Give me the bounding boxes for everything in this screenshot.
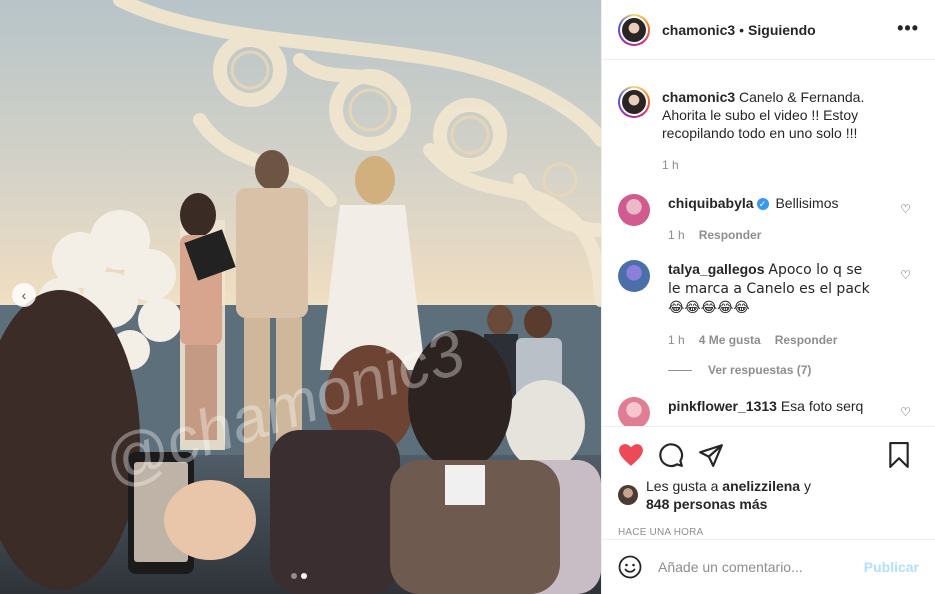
post-timestamp[interactable]: HACE UNA HORA — [618, 527, 919, 538]
author-username[interactable]: chamonic3 — [662, 22, 735, 38]
comment-username[interactable]: pinkflower_1313 — [668, 398, 777, 414]
commenter-avatar[interactable] — [618, 397, 650, 426]
likes-prefix: Les gusta a — [646, 478, 719, 494]
comment-like-count[interactable]: 4 Me gusta — [699, 333, 761, 347]
likes-summary: Les gusta a anelizzilena y 848 personas … — [618, 477, 919, 513]
emoji-icon[interactable] — [618, 555, 642, 579]
view-replies-label: Ver respuestas (7) — [708, 363, 812, 377]
wedding-photo-illustration: @chamonic3 — [0, 0, 601, 594]
comment-item: pinkflower_1313 Esa foto serq ♡ — [602, 397, 935, 426]
share-icon[interactable] — [698, 435, 738, 475]
comment-like-heart-icon[interactable]: ♡ — [900, 405, 911, 419]
comment-text: Esa foto serq — [780, 398, 864, 414]
post-caption: chamonic3 Canelo & Fernanda. Ahorita le … — [602, 66, 935, 172]
carousel-dot-active — [301, 573, 307, 579]
bookmark-icon[interactable] — [887, 435, 927, 475]
following-button[interactable]: Siguiendo — [748, 22, 816, 38]
post-actions: Les gusta a anelizzilena y 848 personas … — [602, 426, 935, 538]
comment-username[interactable]: talya_gallegos — [668, 261, 765, 277]
view-replies-button[interactable]: Ver respuestas (7) — [668, 363, 935, 377]
post-header: chamonic3 • Siguiendo ••• — [602, 0, 935, 60]
add-comment-bar: Publicar — [602, 539, 935, 594]
separator-dot: • — [739, 21, 745, 38]
replies-divider — [668, 369, 692, 371]
caption-username[interactable]: chamonic3 — [662, 89, 735, 105]
liker-username[interactable]: anelizzilena — [722, 478, 800, 494]
comment-username[interactable]: chiquibabyla — [668, 195, 754, 211]
comment-item: chiquibabyla ✓ Bellisimos 1 h Responder ♡ — [602, 194, 935, 242]
carousel-prev-button[interactable]: ‹ — [12, 283, 36, 307]
likes-count-link[interactable]: 848 personas más — [646, 496, 767, 512]
comment-item: talya_gallegos Apoco lo q se le marca a … — [602, 260, 935, 347]
comment-like-heart-icon[interactable]: ♡ — [900, 202, 911, 216]
comment-time[interactable]: 1 h — [668, 228, 685, 242]
likes-conjunction: y — [803, 478, 811, 494]
reply-button[interactable]: Responder — [775, 333, 838, 347]
post-photo[interactable]: @chamonic3 ‹ — [0, 0, 601, 594]
comment-like-heart-icon[interactable]: ♡ — [900, 268, 911, 282]
publish-button[interactable]: Publicar — [864, 559, 919, 575]
author-avatar[interactable] — [618, 13, 650, 46]
action-icons — [618, 435, 919, 475]
caption-avatar[interactable] — [618, 86, 650, 118]
carousel-dot — [291, 573, 297, 579]
caption-time[interactable]: 1 h — [662, 158, 679, 172]
comment-input[interactable] — [658, 559, 848, 575]
carousel-indicator — [291, 573, 307, 579]
reply-button[interactable]: Responder — [699, 228, 762, 242]
comment-time[interactable]: 1 h — [668, 333, 685, 347]
chevron-left-icon: ‹ — [21, 287, 27, 303]
comments-list[interactable]: chamonic3 Canelo & Fernanda. Ahorita le … — [602, 66, 935, 426]
liker-avatar[interactable] — [618, 485, 638, 505]
more-icon[interactable]: ••• — [897, 18, 919, 39]
heart-icon[interactable] — [618, 435, 658, 475]
comment-text: Bellisimos — [775, 195, 839, 211]
comment-icon[interactable] — [658, 435, 698, 475]
post-side-panel: chamonic3 • Siguiendo ••• chamonic3 Cane… — [601, 0, 935, 594]
commenter-avatar[interactable] — [618, 194, 650, 226]
commenter-avatar[interactable] — [618, 260, 650, 292]
verified-badge-icon: ✓ — [756, 198, 769, 211]
